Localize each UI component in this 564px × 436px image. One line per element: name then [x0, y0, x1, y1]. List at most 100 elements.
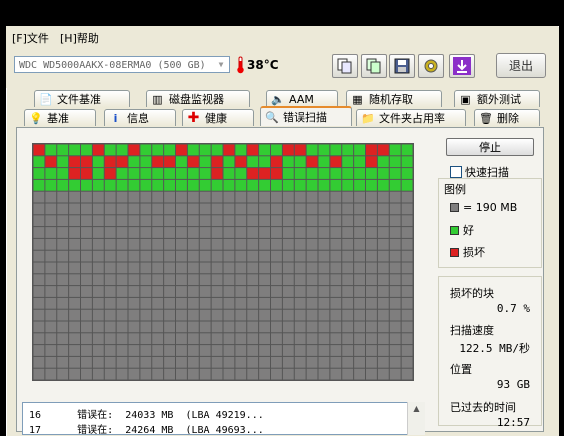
block-bad	[128, 144, 140, 156]
save-icon	[394, 58, 410, 74]
block-bad	[259, 168, 271, 179]
legend-block-size: = 190 MB	[450, 201, 517, 214]
block-pending	[342, 321, 354, 333]
block-good	[294, 168, 306, 179]
tab-random-access[interactable]: ▦ 随机存取	[346, 90, 442, 107]
block-pending	[366, 333, 377, 345]
block-pending	[57, 368, 69, 380]
trash-icon: 🗑	[479, 111, 493, 125]
position-value: 93 GB	[496, 378, 530, 391]
block-pending	[116, 250, 128, 262]
block-pending	[271, 356, 282, 368]
block-pending	[342, 238, 354, 250]
block-pending	[104, 345, 116, 356]
stop-button[interactable]: 停止	[446, 138, 534, 156]
block-pending	[211, 203, 223, 215]
block-pending	[152, 238, 164, 250]
error-log[interactable]: 16 错误在: 24033 MB (LBA 49219... 17 错误在: 2…	[22, 402, 424, 435]
block-good	[92, 168, 104, 179]
block-pending	[176, 227, 187, 238]
block-pending	[342, 274, 354, 286]
copy-alt-button[interactable]	[361, 54, 387, 78]
block-pending	[377, 321, 389, 333]
block-pending	[152, 309, 164, 321]
block-good	[282, 156, 294, 168]
download-button[interactable]	[449, 54, 475, 78]
copy-alt-icon	[366, 58, 381, 74]
block-good	[342, 144, 354, 156]
tab-extra-tests[interactable]: ▣ 额外测试	[454, 90, 540, 107]
block-map	[32, 143, 414, 381]
block-pending	[223, 286, 235, 297]
block-pending	[318, 333, 330, 345]
tab-error-scan[interactable]: 🔍 错误扫描	[260, 106, 352, 126]
block-pending	[259, 309, 271, 321]
block-pending	[211, 191, 223, 203]
block-pending	[389, 238, 401, 250]
block-pending	[152, 215, 164, 227]
block-good	[354, 168, 366, 179]
block-pending	[354, 274, 366, 286]
settings-button[interactable]	[418, 54, 444, 78]
block-good	[57, 168, 69, 179]
menu-help[interactable]: [H]帮助	[60, 30, 99, 46]
block-bad	[152, 156, 164, 168]
tab-file-benchmark[interactable]: 📄 文件基准	[34, 90, 130, 107]
block-good	[294, 156, 306, 168]
legend-good-label: 好	[463, 224, 474, 237]
block-good	[306, 168, 318, 179]
tab-benchmark[interactable]: 💡 基准	[24, 109, 96, 126]
block-pending	[282, 262, 294, 274]
block-good	[223, 179, 235, 191]
block-pending	[69, 356, 81, 368]
block-pending	[401, 333, 413, 345]
menu-file[interactable]: [F]文件	[12, 30, 49, 46]
block-pending	[354, 297, 366, 309]
block-pending	[223, 333, 235, 345]
checkbox-box[interactable]	[450, 166, 462, 178]
block-good	[57, 144, 69, 156]
tab-info[interactable]: i 信息	[104, 109, 176, 126]
block-pending	[152, 297, 164, 309]
block-pending	[247, 262, 259, 274]
copy-button[interactable]	[332, 54, 358, 78]
block-pending	[282, 215, 294, 227]
tab-aam[interactable]: 🔈 AAM	[266, 90, 338, 107]
block-pending	[282, 297, 294, 309]
bad-blocks-value: 0.7 %	[496, 302, 530, 315]
block-pending	[377, 309, 389, 321]
block-pending	[401, 191, 413, 203]
tab-disk-monitor[interactable]: ▥ 磁盘监视器	[146, 90, 250, 107]
log-index: 17	[29, 425, 42, 435]
block-pending	[81, 238, 92, 250]
block-good	[389, 144, 401, 156]
menu-file-key: F	[16, 32, 23, 45]
tab-folder-usage[interactable]: 📁 文件夹占用率	[356, 109, 466, 126]
block-pending	[377, 286, 389, 297]
block-good	[294, 179, 306, 191]
tab-label: 信息	[127, 112, 149, 125]
block-pending	[389, 356, 401, 368]
chevron-down-icon[interactable]: ▼	[214, 58, 228, 71]
log-scrollbar[interactable]: ▲	[407, 402, 425, 435]
drive-select[interactable]: WDC WD5000AAKX-08ERMA0 (500 GB) ▼	[14, 56, 230, 73]
block-pending	[306, 191, 318, 203]
block-pending	[294, 274, 306, 286]
block-pending	[259, 333, 271, 345]
block-pending	[294, 368, 306, 380]
block-pending	[140, 368, 152, 380]
block-pending	[187, 309, 199, 321]
plus-icon: ✚	[187, 109, 200, 126]
block-pending	[294, 297, 306, 309]
block-pending	[377, 191, 389, 203]
block-pending	[354, 238, 366, 250]
tab-erase[interactable]: 🗑 删除	[474, 109, 540, 126]
save-button[interactable]	[389, 54, 415, 78]
tab-health[interactable]: ✚ 健康	[182, 109, 254, 126]
block-pending	[140, 191, 152, 203]
scroll-up-icon[interactable]: ▲	[408, 402, 425, 413]
block-bad	[81, 168, 92, 179]
block-pending	[271, 309, 282, 321]
exit-button[interactable]: 退出	[496, 53, 546, 78]
block-pending	[199, 191, 211, 203]
